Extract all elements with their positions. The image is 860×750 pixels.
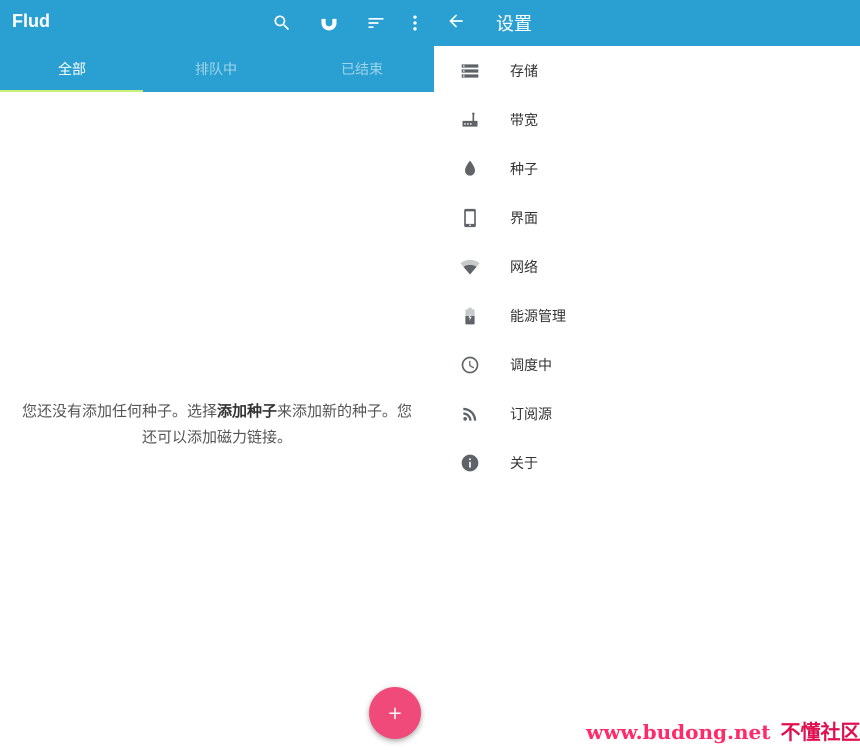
settings-item-torrents[interactable]: 种子 (434, 144, 860, 193)
settings-item-about[interactable]: 关于 (434, 438, 860, 487)
settings-pane: 设置 存储 带宽 种子 界面 网络 能源管理 调度中 订阅源 关于 (434, 0, 860, 750)
add-torrent-button[interactable]: + (369, 687, 421, 739)
sort-icon[interactable] (364, 11, 388, 35)
settings-item-label: 调度中 (510, 357, 552, 374)
settings-item-interface[interactable]: 界面 (434, 193, 860, 242)
settings-item-label: 订阅源 (510, 406, 552, 423)
search-icon[interactable] (270, 11, 294, 35)
phone-icon (458, 206, 482, 230)
info-icon (458, 451, 482, 475)
more-vert-icon[interactable] (403, 11, 427, 35)
settings-item-label: 关于 (510, 455, 538, 472)
battery-icon (458, 304, 482, 328)
router-icon (458, 108, 482, 132)
settings-item-label: 带宽 (510, 112, 538, 129)
settings-item-label: 存储 (510, 63, 538, 80)
settings-title: 设置 (496, 14, 532, 35)
empty-state-message: 您还没有添加任何种子。选择添加种子来添加新的种子。您还可以添加磁力链接。 (20, 398, 414, 450)
settings-item-label: 种子 (510, 161, 538, 178)
torrent-list-pane: Flud 全部 排队中 已结束 您还没有添加任何种子。选择添加种子来添加新的种子… (0, 0, 434, 750)
settings-item-storage[interactable]: 存储 (434, 46, 860, 95)
settings-item-network[interactable]: 网络 (434, 242, 860, 291)
tab-queued[interactable]: 排队中 (144, 46, 288, 92)
clock-icon (458, 353, 482, 377)
rss-icon (458, 402, 482, 426)
watermark: www.budong.net 不懂社区 (586, 716, 860, 745)
tab-all[interactable]: 全部 (0, 46, 144, 92)
storage-icon (458, 59, 482, 83)
wifi-icon (458, 255, 482, 279)
settings-item-feeds[interactable]: 订阅源 (434, 389, 860, 438)
settings-item-label: 能源管理 (510, 308, 566, 325)
tab-finished[interactable]: 已结束 (290, 46, 434, 92)
settings-item-label: 界面 (510, 210, 538, 227)
settings-item-label: 网络 (510, 259, 538, 276)
back-arrow-icon[interactable] (444, 9, 468, 33)
empty-state-text-1: 您还没有添加任何种子。选择 (21, 402, 217, 420)
empty-state-add-torrent: 添加种子 (216, 402, 277, 420)
drop-icon (458, 157, 482, 181)
tab-bar: 全部 排队中 已结束 (0, 46, 434, 92)
settings-bar: 设置 (434, 0, 860, 46)
app-title: Flud (12, 11, 50, 31)
tab-indicator (0, 90, 143, 92)
settings-item-power[interactable]: 能源管理 (434, 291, 860, 340)
watermark-url: www.budong.net (586, 720, 771, 744)
settings-item-bandwidth[interactable]: 带宽 (434, 95, 860, 144)
settings-item-scheduling[interactable]: 调度中 (434, 340, 860, 389)
app-bar: Flud (0, 0, 434, 46)
watermark-site-name: 不懂社区 (780, 720, 860, 744)
magnet-icon[interactable] (317, 11, 341, 35)
